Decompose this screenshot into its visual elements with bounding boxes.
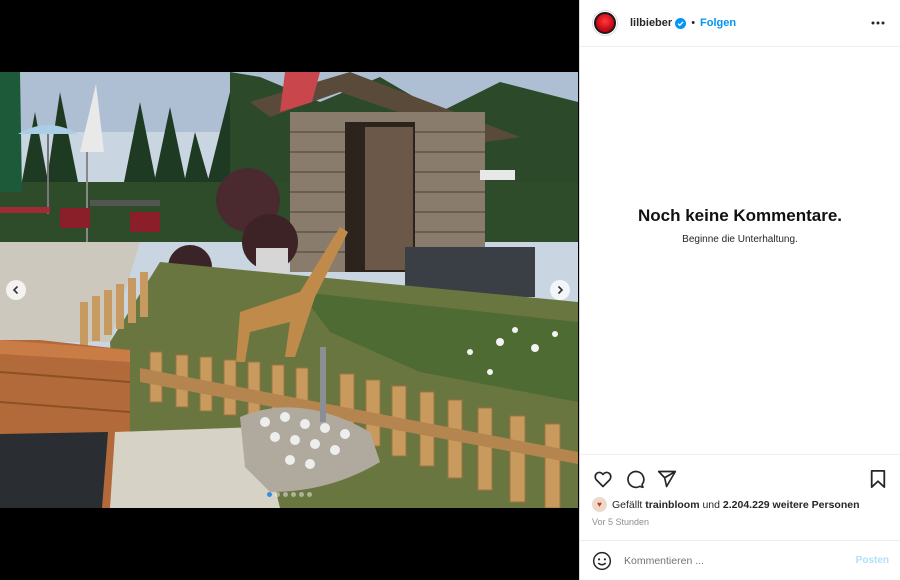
likes-connector: und — [702, 498, 720, 511]
carousel-dot — [298, 492, 304, 497]
comment-input[interactable] — [624, 554, 856, 567]
post-comment-button[interactable]: Posten — [856, 555, 889, 566]
chevron-left-icon — [12, 285, 19, 295]
emoji-icon[interactable] — [592, 551, 612, 571]
liker-username-link[interactable]: trainbloom — [645, 499, 699, 511]
chevron-right-icon — [557, 285, 564, 295]
follow-button[interactable]: Folgen — [700, 17, 736, 29]
liker-avatar[interactable]: ♥ — [592, 497, 607, 512]
post-photo[interactable] — [0, 72, 578, 508]
share-button[interactable] — [656, 468, 678, 490]
comment-button[interactable] — [624, 468, 646, 490]
likes-prefix: Gefällt — [612, 498, 643, 511]
carousel-dot — [306, 492, 312, 497]
username-link[interactable]: lilbieber — [630, 17, 672, 29]
avatar-image — [594, 12, 616, 34]
comment-icon — [627, 470, 645, 488]
carousel-indicator — [0, 492, 578, 497]
next-slide-button[interactable] — [550, 280, 570, 300]
empty-comments-subtitle: Beginne die Unterhaltung. — [682, 233, 798, 245]
carousel-dot — [266, 492, 272, 497]
verified-icon — [675, 17, 687, 29]
comment-bar: Posten — [580, 540, 900, 580]
more-options-button[interactable] — [870, 15, 886, 31]
heart-icon — [594, 471, 612, 487]
separator-dot: • — [691, 17, 696, 29]
share-icon — [657, 470, 677, 487]
save-button[interactable] — [867, 468, 889, 490]
comments-area: Noch keine Kommentare. Beginne die Unter… — [580, 47, 900, 453]
empty-comments-title: Noch keine Kommentare. — [637, 205, 843, 225]
carousel-dot — [274, 492, 280, 497]
like-button[interactable] — [592, 468, 614, 490]
likes-summary: ♥ Gefällt trainbloom und 2.204.229 weite… — [592, 497, 860, 512]
post-side-panel: lilbieber • Folgen Noch keine Kommentare… — [579, 0, 900, 580]
post-header: lilbieber • Folgen — [580, 0, 900, 47]
carousel-dot — [282, 492, 288, 497]
likes-count-link[interactable]: 2.204.229 weitere Personen — [723, 499, 860, 511]
post-actions — [580, 454, 900, 492]
previous-slide-button[interactable] — [6, 280, 26, 300]
post-viewer: lilbieber • Folgen Noch keine Kommentare… — [0, 0, 900, 580]
media-area — [0, 0, 578, 580]
more-icon — [871, 21, 885, 25]
post-timestamp[interactable]: Vor 5 Stunden — [592, 517, 649, 527]
bookmark-icon — [870, 469, 886, 488]
avatar[interactable] — [592, 10, 618, 36]
carousel-dot — [290, 492, 296, 497]
